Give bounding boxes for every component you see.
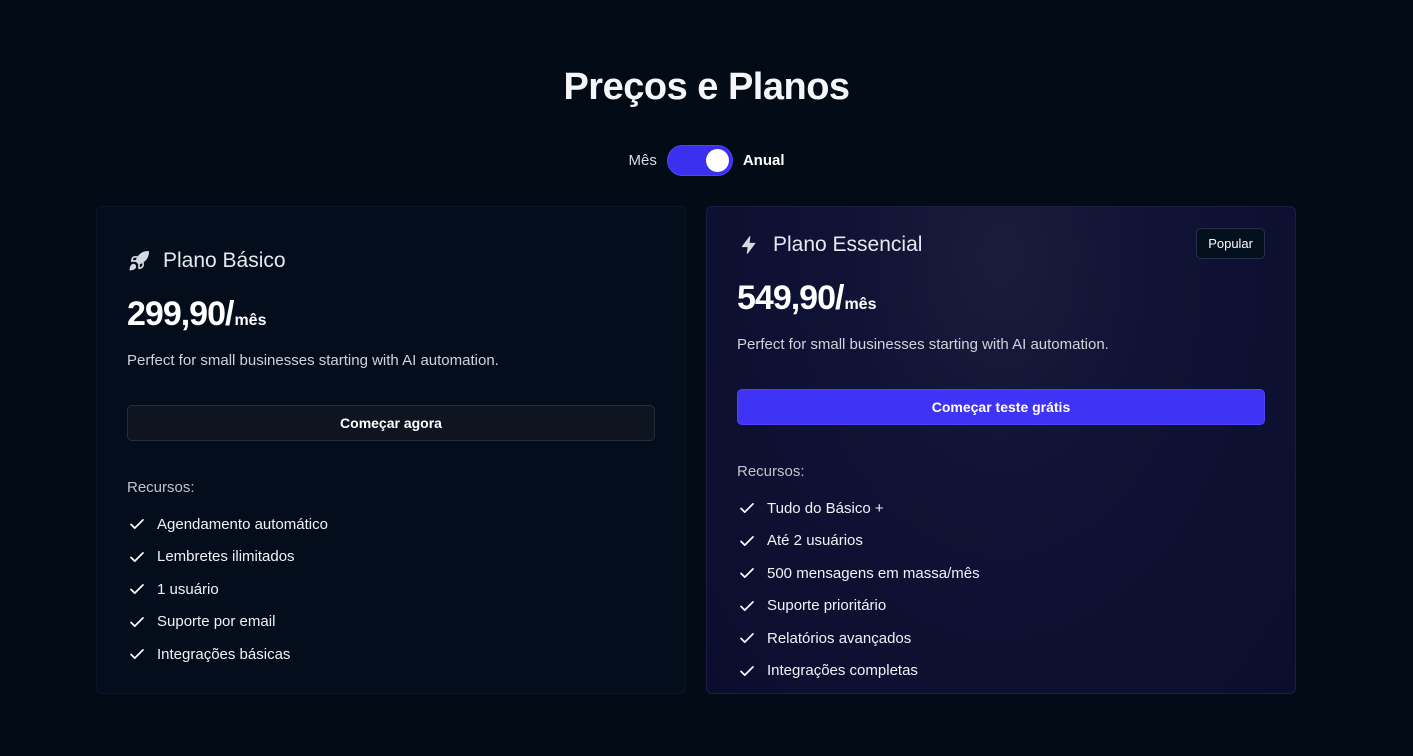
feature-item: Tudo do Básico +: [737, 492, 1265, 525]
lightning-icon: [737, 233, 761, 257]
price-period: mês: [844, 296, 877, 313]
feature-item: 500 mensagens em massa/mês: [737, 557, 1265, 590]
feature-item: Suporte por email: [127, 606, 655, 639]
billing-toggle: Mês Anual: [0, 145, 1413, 176]
feature-item: Integrações completas: [737, 655, 1265, 688]
page-title: Preços e Planos: [563, 66, 850, 108]
start-free-trial-button[interactable]: Começar teste grátis: [737, 389, 1265, 425]
feature-item: 1 usuário: [127, 573, 655, 606]
feature-label: Agendamento automático: [157, 515, 328, 533]
feature-label: 500 mensagens em massa/mês: [767, 564, 980, 582]
feature-label: Integrações completas: [767, 662, 918, 680]
feature-label: Relatórios avançados: [767, 629, 912, 647]
check-icon: [737, 498, 757, 518]
plan-description: Perfect for small businesses starting wi…: [737, 336, 1109, 353]
price-value: 299,90/: [127, 295, 234, 333]
price: 549,90/ mês: [737, 279, 1265, 318]
check-icon: [737, 661, 757, 681]
feature-item: Relatórios avançados: [737, 622, 1265, 655]
toggle-label-annual[interactable]: Anual: [743, 152, 785, 169]
feature-item: Agendamento automático: [127, 508, 655, 541]
plan-name: Plano Básico: [163, 249, 286, 272]
feature-label: Até 2 usuários: [767, 532, 863, 550]
plan-name: Plano Essencial: [773, 233, 923, 256]
feature-item: Até 2 usuários: [737, 525, 1265, 558]
feature-item: Suporte prioritário: [737, 590, 1265, 623]
feature-list: Tudo do Básico + Até 2 usuários 500 mens…: [737, 492, 1265, 687]
feature-list: Agendamento automático Lembretes ilimita…: [127, 508, 655, 671]
plan-card-essential: Popular Plano Essencial 549,90/ mês Perf…: [706, 206, 1296, 694]
price-value: 549,90/: [737, 279, 844, 317]
price-period: mês: [234, 312, 267, 329]
check-icon: [737, 596, 757, 616]
feature-label: Integrações básicas: [157, 645, 291, 663]
switch-knob: [705, 149, 729, 172]
plan-description: Perfect for small businesses starting wi…: [127, 352, 499, 369]
feature-label: Lembretes ilimitados: [157, 548, 295, 566]
feature-label: 1 usuário: [157, 580, 219, 598]
feature-label: Suporte prioritário: [767, 597, 887, 615]
check-icon: [127, 612, 147, 632]
check-icon: [127, 514, 147, 534]
toggle-label-month[interactable]: Mês: [628, 152, 656, 169]
check-icon: [127, 547, 147, 567]
check-icon: [737, 563, 757, 583]
billing-switch[interactable]: [666, 145, 733, 176]
feature-item: Integrações básicas: [127, 638, 655, 671]
feature-label: Tudo do Básico +: [767, 499, 884, 517]
check-icon: [127, 579, 147, 599]
check-icon: [737, 628, 757, 648]
features-title: Recursos:: [127, 479, 195, 496]
features-title: Recursos:: [737, 463, 805, 480]
check-icon: [737, 531, 757, 551]
price: 299,90/ mês: [127, 295, 655, 334]
check-icon: [127, 644, 147, 664]
feature-item: Lembretes ilimitados: [127, 541, 655, 574]
feature-label: Suporte por email: [157, 613, 276, 631]
plan-card-basic: Plano Básico 299,90/ mês Perfect for sma…: [96, 206, 686, 694]
pricing-page: Preços e Planos Mês Anual Plano Básico 2…: [0, 0, 1413, 756]
rocket-icon: [127, 249, 151, 273]
start-now-button[interactable]: Começar agora: [127, 405, 655, 441]
